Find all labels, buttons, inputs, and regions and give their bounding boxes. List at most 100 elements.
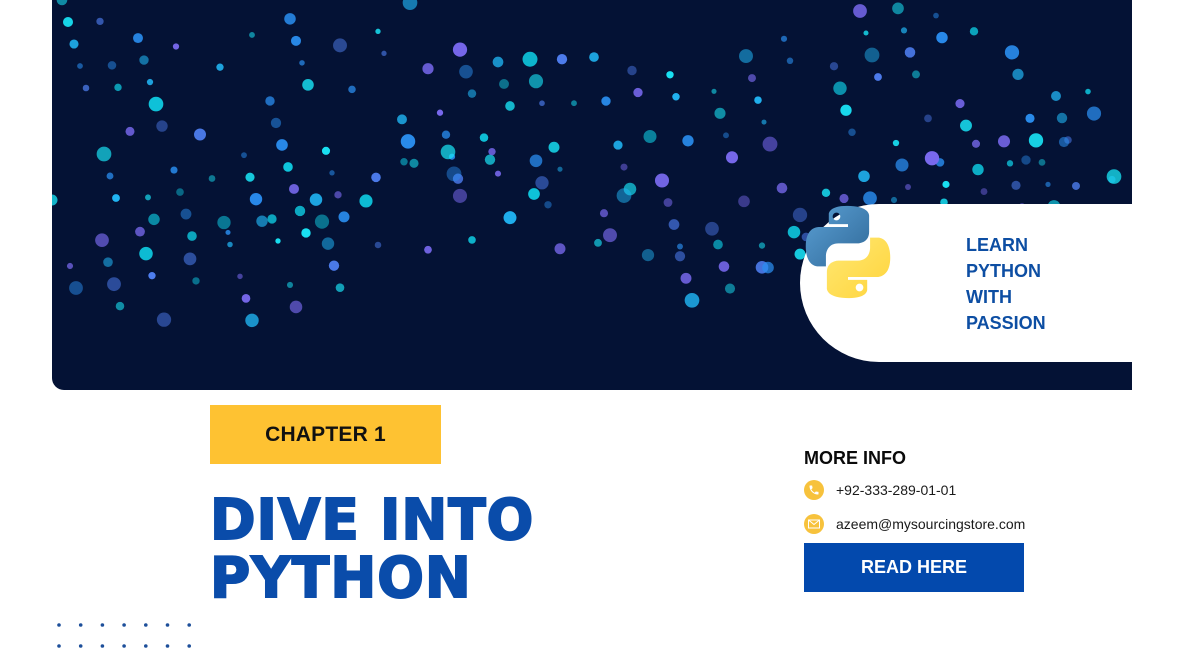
glow-dot	[892, 139, 900, 147]
glow-dot	[422, 63, 434, 75]
glow-dot	[1004, 45, 1020, 60]
glow-dot	[183, 252, 197, 266]
glow-dot	[641, 248, 655, 262]
glow-dot	[839, 193, 849, 204]
glow-dot	[329, 170, 335, 176]
glow-dot	[335, 283, 345, 292]
glow-dot	[374, 241, 382, 249]
glow-dot	[787, 225, 801, 239]
glow-dot	[400, 134, 416, 149]
glow-dot	[971, 139, 981, 148]
glow-dot	[146, 78, 154, 86]
deco-dot	[165, 644, 170, 648]
glow-dot	[107, 277, 121, 292]
glow-dot	[748, 74, 756, 83]
glow-dot	[603, 228, 617, 243]
glow-dot	[256, 215, 268, 227]
glow-dot	[139, 246, 153, 261]
glow-dot	[980, 188, 988, 196]
glow-dot	[314, 214, 330, 229]
deco-dot	[122, 644, 126, 648]
glow-dot	[829, 62, 839, 71]
glow-dot	[452, 42, 468, 57]
glow-dot	[289, 183, 299, 194]
glow-dot	[711, 88, 717, 94]
tagline: LEARN PYTHON WITH PASSION	[966, 232, 1046, 336]
glow-dot	[853, 4, 867, 18]
glow-dot	[338, 211, 350, 223]
python-logo-icon	[805, 205, 891, 299]
tagline-line: PYTHON	[966, 261, 1042, 281]
glow-dot	[556, 54, 568, 65]
more-info-heading: MORE INFO	[804, 448, 906, 468]
glow-dot	[616, 188, 632, 203]
hero-banner: LEARN PYTHON WITH PASSION	[52, 0, 1132, 390]
glow-dot	[241, 294, 251, 303]
deco-dot	[100, 623, 105, 627]
glow-dot	[115, 301, 125, 311]
glow-dot	[620, 163, 628, 171]
glow-dot	[900, 27, 908, 34]
deco-dot	[165, 623, 170, 627]
glow-dot	[905, 184, 911, 190]
deco-dot	[144, 623, 148, 627]
glow-dot	[187, 231, 197, 241]
glow-dot	[96, 17, 104, 26]
glow-dot	[505, 101, 515, 111]
glow-dot	[969, 27, 979, 36]
learn-python-pill: LEARN PYTHON WITH PASSION	[800, 204, 1132, 362]
glow-dot	[627, 65, 637, 76]
glow-dot	[112, 194, 120, 202]
deco-dot	[100, 644, 105, 648]
glow-dot	[724, 283, 736, 294]
glow-dot	[148, 213, 160, 226]
glow-dot	[739, 49, 753, 64]
glow-dot	[467, 89, 477, 98]
glow-dot	[535, 176, 549, 190]
glow-dot	[904, 47, 916, 58]
glow-dot	[82, 84, 90, 92]
glow-dot	[571, 100, 577, 107]
glow-dot	[848, 128, 856, 136]
deco-dot	[57, 644, 61, 648]
glow-dot	[674, 251, 686, 262]
mail-icon	[804, 514, 824, 534]
glow-dot	[1011, 180, 1021, 190]
more-info-section: MORE INFO +92-333-289-01-01 azeem@mysour…	[804, 448, 1124, 536]
glow-dot	[133, 33, 143, 44]
glow-dot	[245, 313, 259, 328]
glow-dot	[227, 241, 233, 248]
phone-number[interactable]: +92-333-289-01-01	[836, 482, 956, 498]
glow-dot	[492, 56, 504, 68]
glow-dot	[1058, 136, 1070, 148]
glow-dot	[402, 0, 418, 11]
glow-dot	[148, 272, 156, 280]
glow-dot	[321, 237, 335, 250]
glow-dot	[589, 52, 599, 62]
glow-dot	[484, 154, 496, 165]
glow-dot	[723, 132, 729, 139]
glow-dot	[960, 119, 972, 132]
glow-dot	[682, 135, 694, 147]
glow-dot	[933, 12, 939, 19]
glow-dot	[924, 151, 940, 166]
glow-dot	[217, 215, 231, 230]
glow-dot	[972, 163, 984, 176]
glow-dot	[479, 133, 489, 142]
glow-dot	[554, 243, 566, 255]
read-here-button[interactable]: READ HERE	[804, 543, 1024, 592]
glow-dot	[424, 245, 432, 254]
glow-dot	[680, 272, 692, 284]
glow-dot	[613, 140, 623, 150]
glow-dot	[663, 198, 673, 207]
glow-dot	[864, 47, 880, 63]
email-address[interactable]: azeem@mysourcingstore.com	[836, 516, 1025, 532]
glow-dot	[409, 158, 419, 168]
glow-dot	[705, 221, 719, 236]
glow-dot	[286, 281, 294, 288]
glow-dot	[713, 239, 723, 250]
glow-dot	[890, 196, 898, 204]
glow-dot	[436, 109, 444, 116]
glow-dot	[599, 209, 609, 218]
glow-dot	[494, 170, 502, 177]
